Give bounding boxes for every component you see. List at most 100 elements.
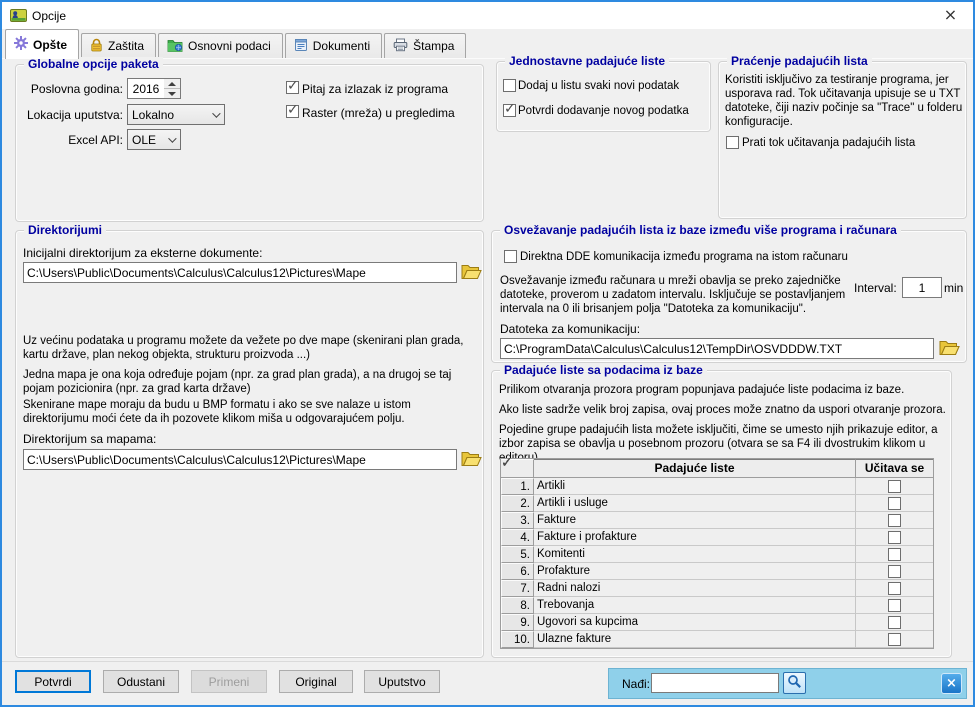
row-check-cell[interactable] — [856, 631, 933, 648]
printer-icon — [393, 38, 408, 55]
row-checkbox[interactable] — [888, 565, 901, 578]
row-check-cell[interactable] — [856, 495, 933, 512]
name-column-header[interactable]: Padajuće liste — [534, 459, 856, 478]
row-name[interactable]: Ulazne fakture — [534, 631, 856, 648]
db-lists-table-body: 1. Artikli 2. Artikli i usluge 3. Faktur… — [501, 478, 933, 648]
gear-icon — [14, 36, 28, 53]
maps-dir-browse-button[interactable] — [460, 449, 482, 469]
tab-opste[interactable]: Opšte — [5, 29, 79, 59]
table-header-row: Padajuće liste Učitava se — [501, 459, 933, 478]
uputstvo-button[interactable]: Uputstvo — [364, 670, 440, 693]
row-checkbox[interactable] — [888, 599, 901, 612]
tab-stampa[interactable]: Štampa — [384, 33, 466, 58]
lock-icon — [90, 38, 103, 55]
initial-dir-browse-button[interactable] — [460, 262, 482, 282]
row-checkbox[interactable] — [888, 548, 901, 561]
row-number: 5. — [501, 546, 534, 563]
table-row[interactable]: 3. Fakture — [501, 512, 933, 529]
potvrdi-button[interactable]: Potvrdi — [15, 670, 91, 693]
row-check-cell[interactable] — [856, 597, 933, 614]
row-check-cell[interactable] — [856, 529, 933, 546]
directories-para3: Skenirane mape moraju da budu u BMP form… — [23, 398, 477, 426]
options-dialog: Opcije × Opšte Zaštita Osnovni podaci Do… — [0, 0, 975, 707]
row-checkbox[interactable] — [888, 514, 901, 527]
track-loading-label: Prati tok učitavanja padajućih lista — [742, 137, 915, 149]
find-input[interactable] — [651, 673, 779, 693]
row-checkbox[interactable] — [888, 480, 901, 493]
group-direktorijumi: Direktorijumi Inicijalni direktorijum za… — [15, 230, 484, 658]
table-row[interactable]: 4. Fakture i profakture — [501, 529, 933, 546]
table-row[interactable]: 10. Ulazne fakture — [501, 631, 933, 648]
tab-dokumenti[interactable]: Dokumenti — [285, 33, 382, 58]
group-padajuce-liste-baza: Padajuće liste sa podacima iz baze Prili… — [491, 370, 952, 658]
original-button[interactable]: Original — [279, 670, 353, 693]
row-checkbox[interactable] — [888, 582, 901, 595]
table-row[interactable]: 9. Ugovori sa kupcima — [501, 614, 933, 631]
row-name[interactable]: Komitenti — [534, 546, 856, 563]
manual-location-select[interactable]: Lokalno — [127, 104, 225, 125]
search-icon — [787, 677, 802, 692]
close-button[interactable]: × — [928, 2, 973, 29]
ask-exit-checkbox[interactable] — [286, 81, 299, 94]
search-button[interactable] — [783, 672, 806, 694]
table-row[interactable]: 6. Profakture — [501, 563, 933, 580]
business-year-input[interactable] — [127, 78, 165, 99]
search-panel-close-button[interactable]: × — [941, 673, 962, 694]
add-new-checkbox[interactable] — [503, 79, 516, 92]
table-row[interactable]: 1. Artikli — [501, 478, 933, 495]
row-checkbox[interactable] — [888, 497, 901, 510]
db-lists-para1: Prilikom otvaranja prozora program popun… — [499, 383, 947, 397]
excel-api-select[interactable]: OLE — [127, 129, 181, 150]
row-check-cell[interactable] — [856, 546, 933, 563]
table-row[interactable]: 2. Artikli i usluge — [501, 495, 933, 512]
comm-file-browse-button[interactable] — [938, 338, 960, 358]
table-row[interactable]: 7. Radni nalozi — [501, 580, 933, 597]
tab-osnovni-podaci[interactable]: Osnovni podaci — [158, 33, 283, 58]
initial-dir-input[interactable] — [23, 262, 457, 283]
raster-label: Raster (mreža) u pregledima — [302, 106, 455, 120]
row-checkbox[interactable] — [888, 531, 901, 544]
initial-dir-label: Inicijalni direktorijum za eksterne doku… — [23, 246, 262, 260]
comm-file-input[interactable] — [500, 338, 934, 359]
row-name[interactable]: Artikli — [534, 478, 856, 495]
folder-globe-icon — [167, 38, 183, 55]
row-name[interactable]: Ugovori sa kupcima — [534, 614, 856, 631]
spinner-up-icon[interactable] — [164, 79, 180, 89]
dde-checkbox[interactable] — [504, 250, 517, 263]
maps-dir-input[interactable] — [23, 449, 457, 470]
interval-input[interactable] — [902, 277, 942, 298]
row-check-cell[interactable] — [856, 512, 933, 529]
tab-label: Zaštita — [108, 39, 144, 53]
row-name[interactable]: Fakture i profakture — [534, 529, 856, 546]
row-number: 4. — [501, 529, 534, 546]
row-checkbox[interactable] — [888, 633, 901, 646]
row-name[interactable]: Profakture — [534, 563, 856, 580]
manual-location-label: Lokacija uputstva: — [16, 108, 123, 122]
ask-exit-label: Pitaj za izlazak iz programa — [302, 82, 448, 96]
raster-checkbox[interactable] — [286, 105, 299, 118]
confirm-add-checkbox[interactable] — [503, 104, 516, 117]
primeni-button: Primeni — [191, 670, 267, 693]
check-column-header[interactable]: Učitava se — [856, 459, 933, 478]
add-new-label: Dodaj u listu svaki novi podatak — [518, 80, 679, 92]
table-row[interactable]: 5. Komitenti — [501, 546, 933, 563]
row-name[interactable]: Artikli i usluge — [534, 495, 856, 512]
row-check-cell[interactable] — [856, 563, 933, 580]
row-check-cell[interactable] — [856, 614, 933, 631]
dde-label: Direktna DDE komunikacija između program… — [520, 251, 848, 263]
table-row[interactable]: 8. Trebovanja — [501, 597, 933, 614]
row-name[interactable]: Fakture — [534, 512, 856, 529]
odustani-button[interactable]: Odustani — [103, 670, 179, 693]
document-icon — [294, 38, 308, 55]
row-checkbox[interactable] — [888, 616, 901, 629]
selected-value: OLE — [132, 133, 156, 147]
row-name[interactable]: Radni nalozi — [534, 580, 856, 597]
row-check-cell[interactable] — [856, 580, 933, 597]
spinner-down-icon[interactable] — [164, 89, 180, 99]
row-check-cell[interactable] — [856, 478, 933, 495]
tab-zastita[interactable]: Zaštita — [81, 33, 156, 58]
row-name[interactable]: Trebovanja — [534, 597, 856, 614]
interval-unit-label: min — [944, 281, 963, 295]
business-year-spinner[interactable] — [164, 78, 181, 99]
track-loading-checkbox[interactable] — [726, 136, 739, 149]
